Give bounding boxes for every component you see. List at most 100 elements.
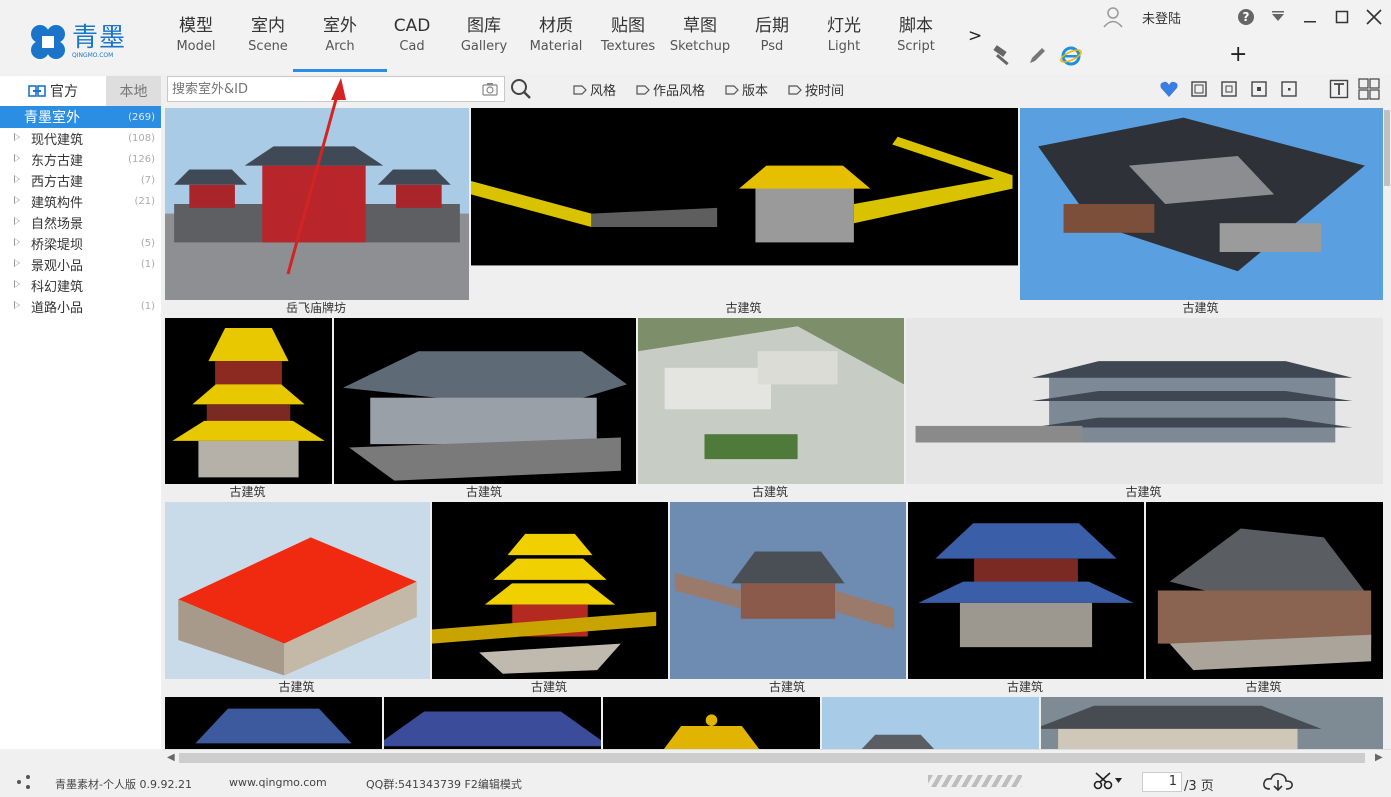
expand-arrow-icon[interactable] xyxy=(14,133,20,141)
category-item[interactable]: 东方古建 (126) xyxy=(0,149,161,170)
browser-icon[interactable] xyxy=(1058,44,1084,68)
horizontal-scroll-thumb[interactable] xyxy=(179,753,1365,763)
category-item[interactable]: 建筑构件 (21) xyxy=(0,191,161,212)
category-item[interactable]: 景观小品 (1) xyxy=(0,254,161,275)
category-item[interactable]: 自然场景 xyxy=(0,212,161,233)
vertical-scroll-thumb[interactable] xyxy=(1384,110,1390,186)
add-icon[interactable]: + xyxy=(1229,42,1247,67)
tab-light[interactable]: 灯光 Light xyxy=(808,14,880,72)
expand-arrow-icon[interactable] xyxy=(14,259,20,267)
user-area[interactable]: 未登陆 xyxy=(1102,6,1181,28)
filter-0[interactable]: 风格 xyxy=(573,80,616,99)
model-thumbnail-card[interactable] xyxy=(382,695,601,749)
search-icon[interactable] xyxy=(510,78,532,100)
large-thumbnails-icon[interactable] xyxy=(1188,78,1210,100)
expand-arrow-icon[interactable] xyxy=(14,301,20,309)
model-thumbnail-card[interactable]: 岳飞庙牌坊 xyxy=(163,106,469,316)
share-icon[interactable] xyxy=(16,775,32,789)
search-input[interactable] xyxy=(168,77,468,101)
model-thumbnail-card[interactable] xyxy=(820,695,1039,749)
model-preview-image[interactable] xyxy=(638,318,904,484)
model-preview-image[interactable] xyxy=(334,318,636,484)
expand-arrow-icon[interactable] xyxy=(14,175,20,183)
tab-local[interactable]: 本地 xyxy=(106,76,161,106)
text-mode-icon[interactable] xyxy=(1328,78,1350,100)
scroll-left-icon[interactable]: ◀ xyxy=(167,752,175,763)
model-preview-image[interactable] xyxy=(165,318,332,484)
category-item[interactable]: 科幻建筑 xyxy=(0,275,161,296)
model-thumbnail-card[interactable]: 古建筑 xyxy=(636,316,904,500)
model-thumbnail-card[interactable]: 古建筑 xyxy=(668,500,906,695)
model-thumbnail-card[interactable]: 古建筑 xyxy=(163,500,430,695)
filter-2[interactable]: 版本 xyxy=(725,80,768,99)
expand-arrow-icon[interactable] xyxy=(14,196,20,204)
expand-arrow-icon[interactable] xyxy=(14,154,20,162)
model-thumbnail-card[interactable]: 古建筑 xyxy=(163,316,332,500)
download-cloud-icon[interactable] xyxy=(1262,771,1294,793)
model-thumbnail-card[interactable]: 古建筑 xyxy=(1144,500,1383,695)
scissors-icon[interactable] xyxy=(1093,772,1123,790)
model-preview-image[interactable] xyxy=(670,502,906,679)
model-preview-image[interactable] xyxy=(471,108,1018,300)
model-preview-image[interactable] xyxy=(908,502,1144,679)
model-thumbnail-card[interactable] xyxy=(163,695,382,749)
model-thumbnail-card[interactable]: 古建筑 xyxy=(332,316,636,500)
filter-3[interactable]: 按时间 xyxy=(788,80,844,99)
model-thumbnail-card[interactable]: 古建筑 xyxy=(904,316,1383,500)
tab-model[interactable]: 模型 Model xyxy=(160,14,232,72)
tab-arch[interactable]: 室外 Arch xyxy=(293,14,387,72)
vertical-scrollbar[interactable] xyxy=(1383,106,1391,749)
model-preview-image[interactable] xyxy=(165,502,430,679)
model-preview-image[interactable] xyxy=(1041,697,1383,749)
tab-official[interactable]: 官方 xyxy=(0,76,106,106)
filter-1[interactable]: 作品风格 xyxy=(636,80,705,99)
model-preview-image[interactable] xyxy=(1146,502,1383,679)
model-preview-image[interactable] xyxy=(822,697,1039,749)
expand-arrow-icon[interactable] xyxy=(14,280,20,288)
model-preview-image[interactable] xyxy=(603,697,820,749)
nav-more-button[interactable]: > xyxy=(968,26,982,46)
help-icon[interactable]: ? xyxy=(1230,6,1262,28)
expand-arrow-icon[interactable] xyxy=(14,217,20,225)
model-preview-image[interactable] xyxy=(165,108,469,300)
tab-textures[interactable]: 贴图 Textures xyxy=(592,14,664,72)
scroll-right-icon[interactable]: ▶ xyxy=(1375,752,1383,763)
category-item[interactable]: 现代建筑 (108) xyxy=(0,128,161,149)
tab-sketchup[interactable]: 草图 Sketchup xyxy=(664,14,736,72)
tab-cad[interactable]: CAD Cad xyxy=(376,14,448,72)
model-preview-image[interactable] xyxy=(165,697,382,749)
model-thumbnail-card[interactable] xyxy=(601,695,820,749)
category-item[interactable]: 西方古建 (7) xyxy=(0,170,161,191)
model-preview-image[interactable] xyxy=(1020,108,1383,300)
close-icon[interactable] xyxy=(1358,6,1390,28)
layout-mode-icon[interactable] xyxy=(1358,78,1380,100)
tab-script[interactable]: 脚本 Script xyxy=(880,14,952,72)
tab-scene[interactable]: 室内 Scene xyxy=(232,14,304,72)
model-thumbnail-card[interactable]: 古建筑 xyxy=(906,500,1144,695)
dropdown-icon[interactable] xyxy=(1262,6,1294,28)
tiny-thumbnails-icon[interactable] xyxy=(1278,78,1300,100)
model-preview-image[interactable] xyxy=(432,502,668,679)
tab-gallery[interactable]: 图库 Gallery xyxy=(448,14,520,72)
expand-arrow-icon[interactable] xyxy=(14,238,20,246)
category-root[interactable]: 青墨室外 (269) xyxy=(0,106,161,128)
minimize-icon[interactable] xyxy=(1294,6,1326,28)
page-number-input[interactable]: 1 xyxy=(1142,772,1182,792)
hammer-icon[interactable] xyxy=(990,44,1016,68)
model-preview-image[interactable] xyxy=(906,318,1383,484)
model-thumbnail-card[interactable]: 古建筑 xyxy=(430,500,668,695)
model-preview-image[interactable] xyxy=(384,697,601,749)
model-thumbnail-card[interactable] xyxy=(1039,695,1383,749)
pencil-icon[interactable] xyxy=(1024,44,1050,68)
medium-thumbnails-icon[interactable] xyxy=(1218,78,1240,100)
website-link[interactable]: www.qingmo.com xyxy=(229,776,327,789)
category-item[interactable]: 桥梁堤坝 (5) xyxy=(0,233,161,254)
small-thumbnails-icon[interactable] xyxy=(1248,78,1270,100)
user-icon[interactable] xyxy=(1102,6,1124,28)
model-thumbnail-card[interactable]: 古建筑 xyxy=(1018,106,1383,316)
horizontal-scrollbar[interactable]: ◀ ▶ xyxy=(163,749,1391,766)
maximize-icon[interactable] xyxy=(1326,6,1358,28)
category-item[interactable]: 道路小品 (1) xyxy=(0,296,161,317)
login-status[interactable]: 未登陆 xyxy=(1142,8,1181,27)
camera-icon[interactable] xyxy=(482,81,498,97)
